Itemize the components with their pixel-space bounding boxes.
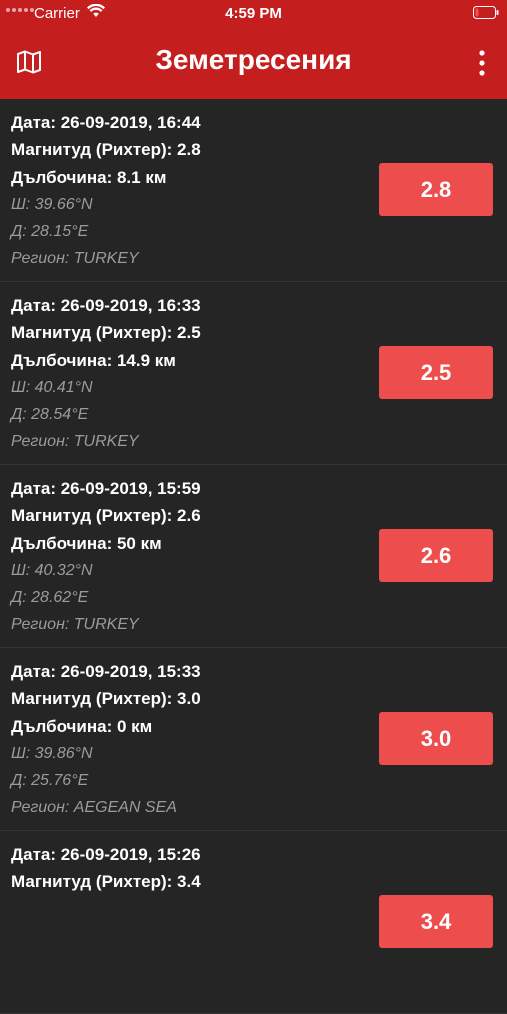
more-vertical-icon[interactable] xyxy=(477,50,487,76)
magnitude-badge-button[interactable]: 3.0 xyxy=(379,712,493,765)
magnitude-label: Магнитуд (Рихтер): 3.4 xyxy=(11,872,201,892)
longitude-label: Д: 28.54°E xyxy=(11,406,89,424)
status-time: 4:59 PM xyxy=(225,5,282,22)
date-label: Дата: 26-09-2019, 16:44 xyxy=(11,113,201,132)
earthquake-details: Дата: 26-09-2019, 16:33 Магнитуд (Рихтер… xyxy=(11,296,201,460)
earthquake-details: Дата: 26-09-2019, 15:26 Магнитуд (Рихтер… xyxy=(11,845,201,900)
earthquake-list: Дата: 26-09-2019, 16:44 Магнитуд (Рихтер… xyxy=(0,99,507,1014)
longitude-label: Д: 28.62°E xyxy=(11,589,89,607)
date-label: Дата: 26-09-2019, 15:26 xyxy=(11,845,201,864)
magnitude-label: Магнитуд (Рихтер): 2.8 xyxy=(11,140,201,160)
magnitude-badge-button[interactable]: 2.5 xyxy=(379,346,493,399)
battery-icon xyxy=(473,6,499,19)
magnitude-badge-button[interactable]: 3.4 xyxy=(379,895,493,948)
depth-label: Дълбочина: 8.1 км xyxy=(11,167,167,187)
magnitude-label: Магнитуд (Рихтер): 2.6 xyxy=(11,506,201,526)
map-icon[interactable] xyxy=(16,50,42,74)
latitude-label: Ш: 39.86°N xyxy=(11,744,93,762)
list-item[interactable]: Дата: 26-09-2019, 15:26 Магнитуд (Рихтер… xyxy=(0,831,507,1014)
region-label: Регион: AEGEAN SEA xyxy=(11,799,177,817)
date-label: Дата: 26-09-2019, 15:59 xyxy=(11,479,201,498)
depth-label: Дълбочина: 50 км xyxy=(11,533,162,553)
earthquake-details: Дата: 26-09-2019, 15:59 Магнитуд (Рихтер… xyxy=(11,479,201,643)
magnitude-label: Магнитуд (Рихтер): 2.5 xyxy=(11,323,201,343)
latitude-label: Ш: 40.32°N xyxy=(11,561,93,579)
latitude-label: Ш: 39.66°N xyxy=(11,195,93,213)
date-label: Дата: 26-09-2019, 15:33 xyxy=(11,662,201,681)
magnitude-label: Магнитуд (Рихтер): 3.0 xyxy=(11,689,201,709)
earthquake-details: Дата: 26-09-2019, 15:33 Магнитуд (Рихтер… xyxy=(11,662,201,826)
status-bar: Carrier 4:59 PM xyxy=(0,0,507,28)
region-label: Регион: TURKEY xyxy=(11,616,139,634)
app-header: Carrier 4:59 PM Земетресения xyxy=(0,0,507,99)
list-item[interactable]: Дата: 26-09-2019, 15:59 Магнитуд (Рихтер… xyxy=(0,465,507,648)
magnitude-badge-button[interactable]: 2.6 xyxy=(379,529,493,582)
list-item[interactable]: Дата: 26-09-2019, 15:33 Магнитуд (Рихтер… xyxy=(0,648,507,831)
region-label: Регион: TURKEY xyxy=(11,433,139,451)
depth-label: Дълбочина: 14.9 км xyxy=(11,350,176,370)
longitude-label: Д: 28.15°E xyxy=(11,223,89,241)
earthquake-details: Дата: 26-09-2019, 16:44 Магнитуд (Рихтер… xyxy=(11,113,201,277)
navigation-bar: Земетресения xyxy=(0,30,507,96)
list-item[interactable]: Дата: 26-09-2019, 16:33 Магнитуд (Рихтер… xyxy=(0,282,507,465)
list-item[interactable]: Дата: 26-09-2019, 16:44 Магнитуд (Рихтер… xyxy=(0,99,507,282)
latitude-label: Ш: 40.41°N xyxy=(11,378,93,396)
longitude-label: Д: 25.76°E xyxy=(11,772,89,790)
depth-label: Дълбочина: 0 км xyxy=(11,716,153,736)
page-title: Земетресения xyxy=(155,44,352,75)
region-label: Регион: TURKEY xyxy=(11,250,139,268)
date-label: Дата: 26-09-2019, 16:33 xyxy=(11,296,201,315)
magnitude-badge-button[interactable]: 2.8 xyxy=(379,163,493,216)
